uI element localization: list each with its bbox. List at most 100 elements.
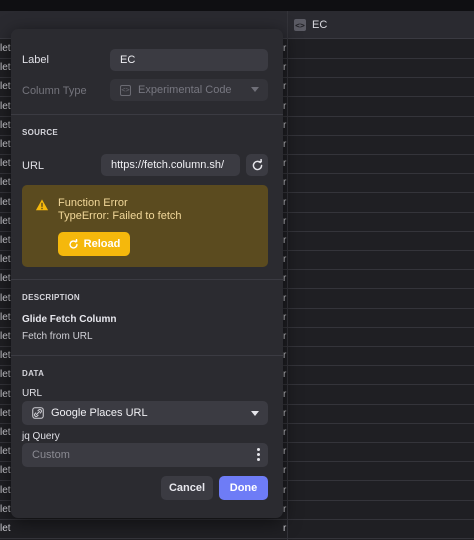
grid-cell-text[interactable]: let: [0, 389, 11, 400]
more-options-icon[interactable]: [256, 448, 260, 461]
description-text: Fetch from URL: [22, 331, 93, 342]
grid-cell-text[interactable]: r: [283, 350, 286, 361]
data-url-label: URL: [22, 388, 43, 399]
grid-cell-text[interactable]: r: [283, 62, 286, 73]
label-input-value: EC: [120, 54, 136, 66]
grid-cell-text[interactable]: r: [283, 465, 286, 476]
function-error-alert: Function Error TypeError: Failed to fetc…: [22, 185, 268, 267]
column-type-select[interactable]: <> Experimental Code: [110, 79, 268, 101]
grid-cell-text[interactable]: let: [0, 312, 11, 323]
column-header-ec[interactable]: <> EC: [294, 11, 327, 39]
grid-cell-text[interactable]: r: [283, 389, 286, 400]
jq-query-label: jq Query: [22, 431, 60, 442]
grid-cell-text[interactable]: r: [283, 43, 286, 54]
grid-cell-text[interactable]: let: [0, 197, 11, 208]
grid-cell-text[interactable]: r: [283, 81, 286, 92]
grid-cell-text[interactable]: let: [0, 446, 11, 457]
section-divider: [11, 114, 283, 115]
grid-cell-text[interactable]: let: [0, 408, 11, 419]
column-type-label: Column Type: [22, 85, 87, 97]
section-divider: [11, 355, 283, 356]
source-url-label: URL: [22, 160, 45, 172]
refresh-button[interactable]: [246, 154, 268, 176]
grid-cell-text[interactable]: r: [283, 177, 286, 188]
code-brackets-icon: <>: [120, 84, 131, 96]
description-section-title: DESCRIPTION: [22, 293, 80, 302]
grid-cell-text[interactable]: let: [0, 62, 11, 73]
grid-cell-text[interactable]: let: [0, 331, 11, 342]
column-config-dialog: Label EC Column Type <> Experimental Cod…: [11, 29, 283, 518]
source-section-title: SOURCE: [22, 128, 59, 137]
grid-cell-text[interactable]: r: [283, 369, 286, 380]
label-input[interactable]: EC: [110, 49, 268, 71]
source-url-input[interactable]: https://fetch.column.sh/: [101, 154, 240, 176]
grid-cell-text[interactable]: r: [283, 293, 286, 304]
grid-cell-text[interactable]: r: [283, 120, 286, 131]
grid-cell-text[interactable]: let: [0, 139, 11, 150]
grid-cell-text[interactable]: let: [0, 101, 11, 112]
cancel-label: Cancel: [168, 482, 206, 494]
grid-cell-text[interactable]: let: [0, 43, 11, 54]
grid-cell-text[interactable]: let: [0, 158, 11, 169]
jq-query-input[interactable]: Custom: [22, 443, 268, 467]
grid-cell-text[interactable]: r: [283, 254, 286, 265]
warning-icon: [35, 199, 49, 211]
code-brackets-icon: <>: [294, 19, 306, 31]
done-label: Done: [229, 482, 258, 494]
grid-cell-text[interactable]: let: [0, 293, 11, 304]
error-title: Function Error: [58, 197, 128, 209]
grid-cell-text[interactable]: r: [283, 139, 286, 150]
chevron-down-icon: [251, 411, 259, 416]
grid-cell-text[interactable]: r: [283, 158, 286, 169]
top-bar: [0, 0, 474, 11]
grid-row-divider: [0, 519, 474, 520]
grid-cell-text[interactable]: r: [283, 331, 286, 342]
grid-cell-text[interactable]: let: [0, 81, 11, 92]
grid-cell-text[interactable]: r: [283, 446, 286, 457]
grid-cell-text[interactable]: r: [283, 485, 286, 496]
source-url-value: https://fetch.column.sh/: [111, 159, 225, 171]
grid-cell-text[interactable]: r: [283, 312, 286, 323]
grid-cell-text[interactable]: r: [283, 101, 286, 112]
grid-cell-text[interactable]: let: [0, 216, 11, 227]
grid-cell-text[interactable]: r: [283, 273, 286, 284]
grid-cell-text[interactable]: let: [0, 235, 11, 246]
data-section-title: DATA: [22, 369, 45, 378]
data-url-select-value: Google Places URL: [51, 407, 148, 419]
refresh-icon: [252, 158, 262, 170]
grid-cell-text[interactable]: r: [283, 427, 286, 438]
grid-cell-text[interactable]: let: [0, 273, 11, 284]
reload-label: Reload: [83, 238, 121, 250]
grid-cell-text[interactable]: r: [283, 523, 286, 534]
grid-row-divider: [0, 538, 474, 539]
grid-cell-text[interactable]: let: [0, 369, 11, 380]
reload-icon: [69, 238, 78, 249]
grid-cell-text[interactable]: r: [283, 235, 286, 246]
cancel-button[interactable]: Cancel: [161, 476, 213, 500]
grid-cell-text[interactable]: let: [0, 504, 11, 515]
grid-cell-text[interactable]: let: [0, 427, 11, 438]
label-field-label: Label: [22, 54, 49, 66]
grid-cell-text[interactable]: let: [0, 465, 11, 476]
grid-cell-text[interactable]: let: [0, 350, 11, 361]
grid-cell-text[interactable]: r: [283, 408, 286, 419]
grid-cell-text[interactable]: let: [0, 485, 11, 496]
link-column-icon: [32, 407, 44, 419]
column-header-label: EC: [312, 19, 328, 31]
column-type-value: Experimental Code: [138, 84, 232, 96]
done-button[interactable]: Done: [219, 476, 268, 500]
error-message: TypeError: Failed to fetch: [58, 210, 182, 222]
grid-cell-text[interactable]: let: [0, 177, 11, 188]
section-divider: [11, 279, 283, 280]
grid-cell-text[interactable]: let: [0, 254, 11, 265]
reload-button[interactable]: Reload: [58, 232, 130, 256]
description-name: Glide Fetch Column: [22, 314, 117, 325]
grid-cell-text[interactable]: let: [0, 523, 11, 534]
data-url-select[interactable]: Google Places URL: [22, 401, 268, 425]
grid-cell-text[interactable]: r: [283, 197, 286, 208]
grid-cell-text[interactable]: let: [0, 120, 11, 131]
grid-cell-text[interactable]: r: [283, 216, 286, 227]
jq-query-placeholder: Custom: [32, 449, 70, 461]
grid-cell-text[interactable]: r: [283, 504, 286, 515]
chevron-down-icon: [251, 87, 259, 92]
